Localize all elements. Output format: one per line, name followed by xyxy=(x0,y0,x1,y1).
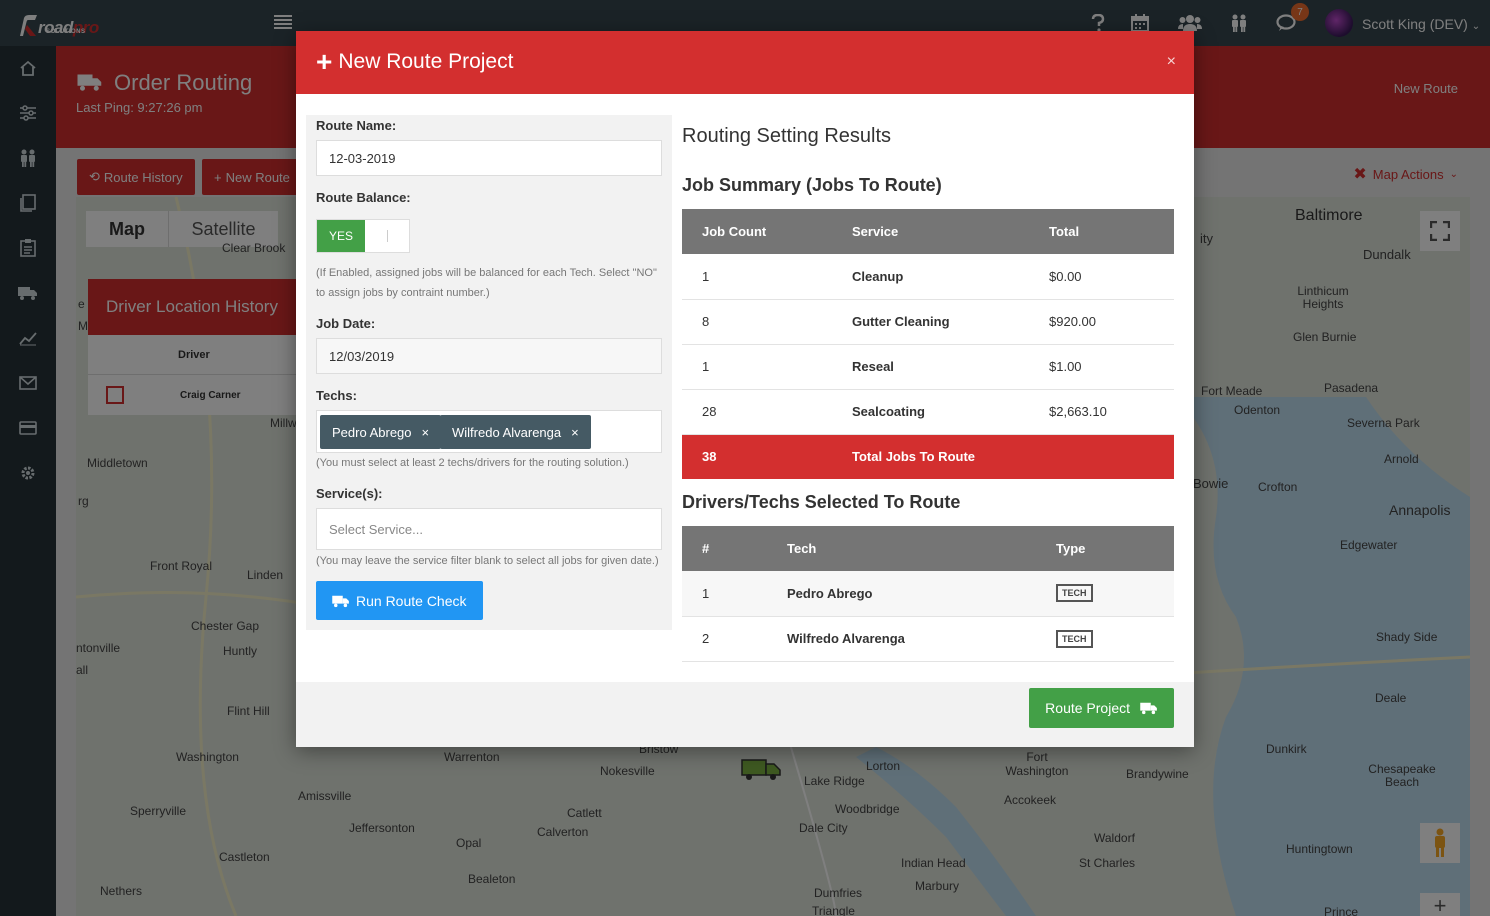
new-route-project-modal: + New Route Project × Route Name: 12-03-2… xyxy=(296,31,1194,747)
route-name-input[interactable]: 12-03-2019 xyxy=(316,140,662,176)
job-service: Cleanup xyxy=(832,254,1029,300)
tag-remove-icon[interactable]: × xyxy=(422,425,430,440)
close-icon[interactable]: × xyxy=(1167,53,1176,71)
modal-title: + New Route Project xyxy=(316,46,514,77)
run-route-check-button[interactable]: Run Route Check xyxy=(316,581,483,620)
truck-icon xyxy=(332,595,349,607)
modal-footer: Route Project xyxy=(296,682,1194,747)
tag-remove-icon[interactable]: × xyxy=(571,425,579,440)
job-count: 28 xyxy=(682,389,832,435)
run-route-check-label: Run Route Check xyxy=(356,592,467,609)
services-help: (You may leave the service filter blank … xyxy=(316,555,659,567)
job-summary-table: Job Count Service Total 1 Cleanup $0.00 … xyxy=(682,209,1174,479)
job-count: 1 xyxy=(682,344,832,390)
column-header: Tech xyxy=(767,526,1036,571)
job-total: $2,663.10 xyxy=(1029,389,1174,435)
table-row: 8 Gutter Cleaning $920.00 xyxy=(682,299,1174,345)
tech-tag: Pedro Abrego × xyxy=(320,415,442,449)
route-balance-label: Route Balance: xyxy=(316,190,411,205)
route-form: Route Name: 12-03-2019 Route Balance: YE… xyxy=(306,115,672,630)
table-row: 1 Cleanup $0.00 xyxy=(682,254,1174,300)
job-total: $1.00 xyxy=(1029,344,1174,390)
job-date-label: Job Date: xyxy=(316,316,376,331)
column-header: Total xyxy=(1029,209,1174,254)
table-row: 1 Reseal $1.00 xyxy=(682,344,1174,390)
tech-type-cell: TECH xyxy=(1036,616,1174,662)
truck-icon xyxy=(1140,702,1157,715)
techs-help: (You must select at least 2 techs/driver… xyxy=(316,457,629,469)
route-balance-toggle[interactable]: YES xyxy=(316,219,410,253)
tech-number: 1 xyxy=(682,571,767,617)
tech-tag: Wilfredo Alvarenga × xyxy=(440,415,591,449)
total-row: 38 Total Jobs To Route xyxy=(682,434,1174,479)
job-service: Gutter Cleaning xyxy=(832,299,1029,345)
route-project-button[interactable]: Route Project xyxy=(1029,688,1174,728)
job-service: Sealcoating xyxy=(832,389,1029,435)
tech-number: 2 xyxy=(682,616,767,662)
type-badge: TECH xyxy=(1056,629,1093,648)
tech-name: Wilfredo Alvarenga xyxy=(767,616,1036,662)
plus-icon: + xyxy=(316,46,333,77)
techs-label: Techs: xyxy=(316,388,357,403)
route-project-label: Route Project xyxy=(1045,700,1130,716)
tech-type-cell: TECH xyxy=(1036,571,1174,617)
route-name-label: Route Name: xyxy=(316,118,397,133)
type-badge: TECH xyxy=(1056,584,1093,603)
table-row: 28 Sealcoating $2,663.10 xyxy=(682,389,1174,435)
column-header: Job Count xyxy=(682,209,832,254)
techs-select[interactable]: Pedro Abrego × Wilfredo Alvarenga × xyxy=(316,410,662,453)
toggle-yes: YES xyxy=(317,220,365,252)
modal-title-text: New Route Project xyxy=(338,50,514,73)
toggle-handle[interactable] xyxy=(365,220,409,252)
column-header: Type xyxy=(1036,526,1174,571)
column-header: Service xyxy=(832,209,1029,254)
job-total: $920.00 xyxy=(1029,299,1174,345)
column-header: # xyxy=(682,526,767,571)
job-service: Reseal xyxy=(832,344,1029,390)
services-label: Service(s): xyxy=(316,486,383,501)
drivers-table: # Tech Type 1 Pedro Abrego TECH 2 Wilfre… xyxy=(682,526,1174,662)
services-select[interactable]: Select Service... xyxy=(316,508,662,550)
tech-tag-label: Pedro Abrego xyxy=(332,424,412,440)
tech-tag-label: Wilfredo Alvarenga xyxy=(452,424,562,440)
tech-name: Pedro Abrego xyxy=(767,571,1036,617)
job-summary-title: Job Summary (Jobs To Route) xyxy=(682,175,942,195)
drivers-title: Drivers/Techs Selected To Route xyxy=(682,492,961,512)
total-count: 38 xyxy=(682,434,832,479)
table-row: 1 Pedro Abrego TECH xyxy=(682,571,1174,617)
job-count: 8 xyxy=(682,299,832,345)
job-date-input[interactable]: 12/03/2019 xyxy=(316,338,662,374)
table-row: 2 Wilfredo Alvarenga TECH xyxy=(682,616,1174,662)
modal-header: + New Route Project × xyxy=(296,31,1194,94)
route-balance-help: (If Enabled, assigned jobs will be balan… xyxy=(316,267,657,299)
job-count: 1 xyxy=(682,254,832,300)
results-title: Routing Setting Results xyxy=(682,125,892,147)
job-total: $0.00 xyxy=(1029,254,1174,300)
total-label: Total Jobs To Route xyxy=(832,434,1174,479)
